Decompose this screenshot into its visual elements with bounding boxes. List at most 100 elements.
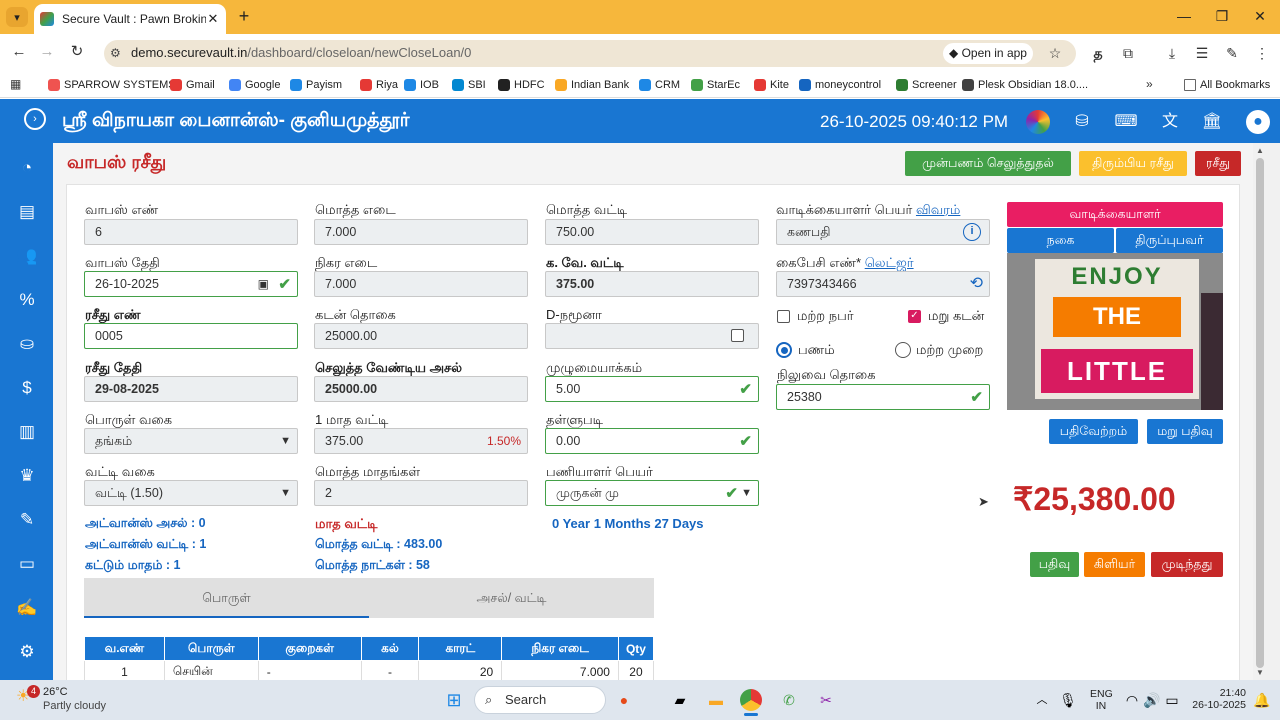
interest-type-select[interactable]: வட்டி (1.50) ▼ [84, 480, 298, 506]
coin-icon[interactable]: $ [16, 377, 38, 399]
restore-icon[interactable]: ❐ [1204, 5, 1240, 27]
clock[interactable]: 21:40 26-10-2025 [1192, 687, 1246, 711]
scroll-up-icon[interactable]: ▲ [1256, 146, 1264, 155]
percent-icon[interactable]: % [16, 289, 38, 311]
url-text[interactable]: demo.securevault.in/dashboard/closeloan/… [131, 45, 471, 60]
tab-customer[interactable]: வாடிக்கையாளர் [1007, 202, 1223, 227]
tab-items[interactable]: பொருள் [84, 578, 369, 618]
theme-color-icon[interactable] [1026, 110, 1050, 134]
settings-user-icon[interactable]: ⚙ [16, 641, 38, 663]
d-form-field[interactable] [545, 323, 759, 349]
terminal-icon[interactable]: ▰ [668, 688, 692, 712]
windows-start-icon[interactable]: ⊞ [442, 688, 466, 712]
tab-returner[interactable]: திருப்புபவர் [1116, 228, 1223, 253]
discount-field[interactable]: 0.00 ✔ [545, 428, 759, 454]
tab-search-icon[interactable]: ▾ [6, 7, 28, 27]
bookmark-5[interactable]: Riya [360, 76, 398, 94]
balance-field[interactable]: 25380 ✔ [776, 384, 990, 410]
gold-icon[interactable]: ⛀ [16, 333, 38, 355]
bookmark-8[interactable]: HDFC [498, 76, 545, 94]
browser-tab[interactable]: Secure Vault : Pawn Broking Exp ✕ [34, 4, 226, 34]
tab-jewel[interactable]: நகை [1007, 228, 1114, 253]
card-icon[interactable]: ▭ [16, 553, 38, 575]
apps-grid-icon[interactable]: ▦ [10, 77, 21, 91]
return-no-field[interactable]: 6 [84, 219, 298, 245]
extensions-icon[interactable]: ⧉ [1116, 42, 1140, 64]
keyboard-icon[interactable]: ⌨ [1114, 110, 1138, 134]
calendar-icon[interactable]: ▣ [258, 272, 269, 296]
employee-select[interactable]: முருகன் மு ✔ ▼ [545, 480, 759, 506]
refresh-icon[interactable]: ⟲ [970, 272, 983, 296]
taskbar-search[interactable]: ⌕ Search [474, 686, 606, 714]
fruit-widget-icon[interactable]: ● [612, 688, 636, 712]
bookmark-15[interactable]: Plesk Obsidian 18.0.... [962, 76, 1088, 94]
weather-status[interactable]: Partly cloudy [43, 700, 106, 712]
media-icon[interactable]: ☰ [1190, 42, 1214, 64]
rounding-field[interactable]: 5.00 ✔ [545, 376, 759, 402]
done-button[interactable]: முடிந்தது [1151, 552, 1223, 577]
upload-button[interactable]: பதிவேற்றம் [1049, 419, 1138, 444]
total-interest-field[interactable]: 750.00 [545, 219, 759, 245]
scrollbar-thumb[interactable] [1256, 158, 1264, 668]
crown-icon[interactable]: ♛ [16, 465, 38, 487]
save-button[interactable]: பதிவு [1030, 552, 1079, 577]
translate-icon[interactable]: 文 [1158, 110, 1182, 134]
clear-button[interactable]: கிளியர் [1084, 552, 1145, 577]
net-weight-field[interactable]: 7.000 [314, 271, 528, 297]
advance-payment-button[interactable]: முன்பணம் செலுத்துதல் [905, 151, 1071, 176]
notes-icon[interactable]: ✍ [16, 597, 38, 619]
bookmark-7[interactable]: SBI [452, 76, 486, 94]
bookmark-9[interactable]: Indian Bank [555, 76, 629, 94]
whatsapp-icon[interactable]: ✆ [777, 688, 801, 712]
database-icon[interactable]: ⛁ [1070, 110, 1094, 134]
bookmark-10[interactable]: CRM [639, 76, 680, 94]
snipping-tool-icon[interactable]: ✂ [814, 688, 838, 712]
extension-pin-icon[interactable]: ✎ [1220, 42, 1244, 64]
gross-weight-field[interactable]: 7.000 [314, 219, 528, 245]
microphone-icon[interactable]: 🎙 [1056, 688, 1080, 712]
notifications-bell-icon[interactable]: 🔔 [1250, 688, 1274, 712]
monthly-interest-field[interactable]: 375.00 1.50% [314, 428, 528, 454]
customer-name-field[interactable]: கணபதி i [776, 219, 990, 245]
bookmark-star-icon[interactable]: ☆ [1043, 42, 1067, 64]
close-window-icon[interactable]: ✕ [1242, 5, 1278, 27]
receipt-button[interactable]: ரசீது [1195, 151, 1241, 176]
more-bookmarks-icon[interactable]: » [1146, 77, 1153, 91]
document-icon[interactable]: ▤ [16, 201, 38, 223]
sidebar-toggle-icon[interactable]: › [24, 108, 46, 130]
tray-chevron-icon[interactable]: ︿ [1030, 688, 1054, 712]
open-in-app-button[interactable]: ◆ Open in app [943, 43, 1033, 64]
close-tab-icon[interactable]: ✕ [206, 11, 220, 27]
reload-icon[interactable]: ↻ [66, 41, 88, 63]
bookmark-14[interactable]: Screener [896, 76, 957, 94]
bookmark-6[interactable]: IOB [404, 76, 439, 94]
principal-due-field[interactable]: 25000.00 [314, 376, 528, 402]
battery-icon[interactable]: ▭ [1160, 688, 1184, 712]
minimize-icon[interactable]: — [1166, 5, 1202, 27]
menu-kebab-icon[interactable]: ⋮ [1250, 42, 1274, 64]
re-register-button[interactable]: மறு பதிவு [1147, 419, 1223, 444]
forward-icon[interactable]: → [36, 41, 58, 63]
all-bookmarks[interactable]: All Bookmarks [1184, 76, 1270, 94]
tools-icon[interactable]: ✎ [16, 509, 38, 531]
bookmark-4[interactable]: Payism [290, 76, 342, 94]
download-icon[interactable]: ⤓ [1160, 42, 1184, 64]
bookmark-1[interactable]: SPARROW SYSTEMS [48, 76, 176, 94]
d-form-checkbox[interactable] [731, 329, 744, 342]
receipt-no-field[interactable]: 0005 [84, 323, 298, 349]
bookmark-12[interactable]: Kite [754, 76, 789, 94]
receipt-date-field[interactable]: 29-08-2025 [84, 376, 298, 402]
new-tab-icon[interactable]: + [234, 6, 254, 28]
chrome-icon[interactable] [740, 689, 762, 711]
info-icon[interactable]: i [963, 223, 981, 241]
scroll-down-icon[interactable]: ▼ [1256, 668, 1264, 677]
report-icon[interactable]: ▥ [16, 421, 38, 443]
item-type-select[interactable]: தங்கம் ▼ [84, 428, 298, 454]
interest-due-field[interactable]: 375.00 [545, 271, 759, 297]
reloan-checkbox[interactable]: ✓ [908, 310, 921, 323]
ledger-link[interactable]: லெட்ஜர் [865, 255, 914, 270]
user-avatar[interactable]: ● [1246, 110, 1270, 134]
back-icon[interactable]: ← [8, 41, 30, 63]
return-date-field[interactable]: 26-10-2025 ▣ ✔ [84, 271, 298, 297]
weather-temp[interactable]: 26°C [43, 686, 68, 698]
